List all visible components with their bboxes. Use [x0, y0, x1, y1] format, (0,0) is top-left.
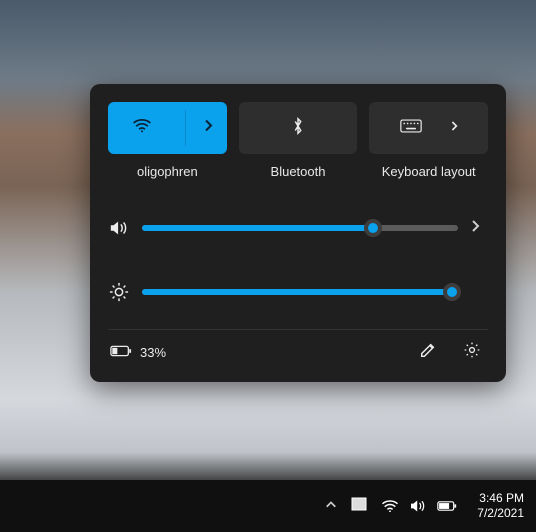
settings-button[interactable] — [458, 338, 486, 366]
battery-icon — [437, 500, 457, 512]
chevron-right-icon[interactable] — [203, 119, 213, 138]
edit-button[interactable] — [414, 338, 442, 366]
bluetooth-icon — [291, 116, 305, 141]
panel-footer-actions — [414, 338, 486, 366]
sliders-section — [108, 209, 488, 311]
battery-status[interactable]: 33% — [110, 345, 166, 360]
tray-app-icon[interactable] — [351, 497, 367, 516]
keyboard-label: Keyboard layout — [382, 164, 476, 179]
tray-icon-group[interactable] — [375, 495, 463, 517]
brightness-thumb[interactable] — [443, 283, 461, 301]
taskbar: 3:46 PM 7/2/2021 — [0, 480, 536, 532]
quick-tiles-row: oligophren Bluetooth — [108, 102, 488, 179]
clock-date: 7/2/2021 — [477, 506, 524, 521]
taskbar-clock[interactable]: 3:46 PM 7/2/2021 — [471, 491, 530, 521]
bluetooth-label: Bluetooth — [271, 164, 326, 179]
speaker-icon[interactable] — [108, 219, 130, 237]
battery-icon — [110, 345, 132, 360]
panel-footer: 33% — [108, 329, 488, 372]
battery-percent: 33% — [140, 345, 166, 360]
brightness-fill — [142, 289, 452, 295]
clock-time: 3:46 PM — [477, 491, 524, 506]
wifi-tile-divider — [185, 110, 186, 146]
brightness-slider[interactable] — [142, 289, 458, 295]
wifi-label: oligophren — [137, 164, 198, 179]
system-tray: 3:46 PM 7/2/2021 — [319, 491, 530, 521]
volume-fill — [142, 225, 373, 231]
chevron-right-icon[interactable] — [450, 119, 458, 137]
wifi-tile[interactable] — [108, 102, 227, 154]
wifi-icon — [132, 118, 152, 139]
chevron-right-icon[interactable] — [470, 219, 488, 238]
keyboard-icon — [400, 118, 422, 139]
speaker-icon — [409, 499, 427, 513]
keyboard-layout-tile[interactable] — [369, 102, 488, 154]
keyboard-tile-column: Keyboard layout — [369, 102, 488, 179]
volume-thumb[interactable] — [364, 219, 382, 237]
wifi-tile-column: oligophren — [108, 102, 227, 179]
bluetooth-tile-column: Bluetooth — [239, 102, 358, 179]
brightness-icon[interactable] — [108, 282, 130, 302]
wifi-icon — [381, 499, 399, 513]
gear-icon — [463, 341, 481, 364]
volume-row — [108, 209, 488, 247]
tray-overflow-button[interactable] — [319, 491, 343, 521]
quick-settings-panel: oligophren Bluetooth — [90, 84, 506, 382]
pencil-icon — [419, 341, 437, 364]
volume-slider[interactable] — [142, 225, 458, 231]
bluetooth-tile[interactable] — [239, 102, 358, 154]
brightness-row — [108, 273, 488, 311]
